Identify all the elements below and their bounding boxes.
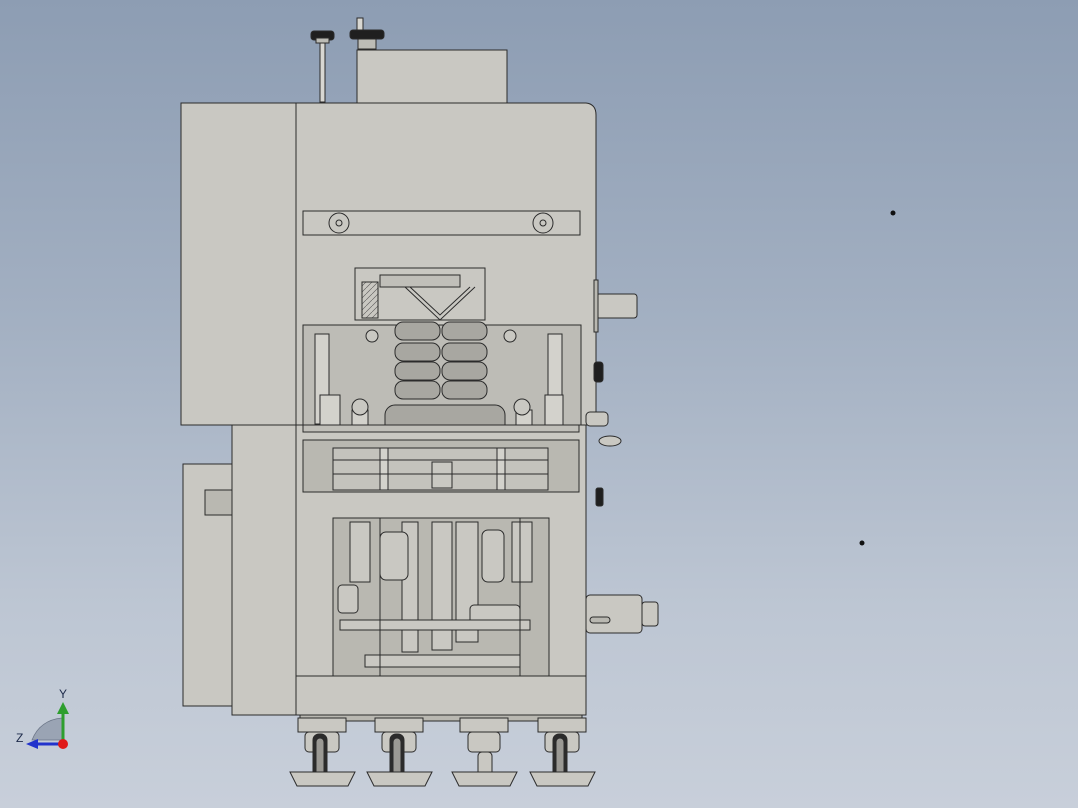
top-knob-right — [349, 17, 385, 50]
side-panel-lower — [231, 424, 297, 716]
side-cover-inset — [204, 489, 233, 516]
right-tab — [595, 293, 638, 319]
z-axis-label: Z — [16, 731, 24, 745]
top-knob-left — [310, 30, 335, 103]
y-axis-label: Y — [59, 687, 68, 701]
cad-viewport[interactable]: Y Z — [0, 0, 1078, 808]
casters — [289, 717, 596, 787]
side-panel-upper — [180, 102, 297, 426]
top-box — [356, 49, 508, 105]
side-motor — [585, 594, 659, 634]
sketch-point-1 — [890, 210, 896, 216]
base-plate — [295, 675, 587, 716]
sketch-point-2 — [859, 540, 865, 546]
x-axis-dot — [58, 739, 68, 749]
machine-front-view — [180, 17, 896, 787]
